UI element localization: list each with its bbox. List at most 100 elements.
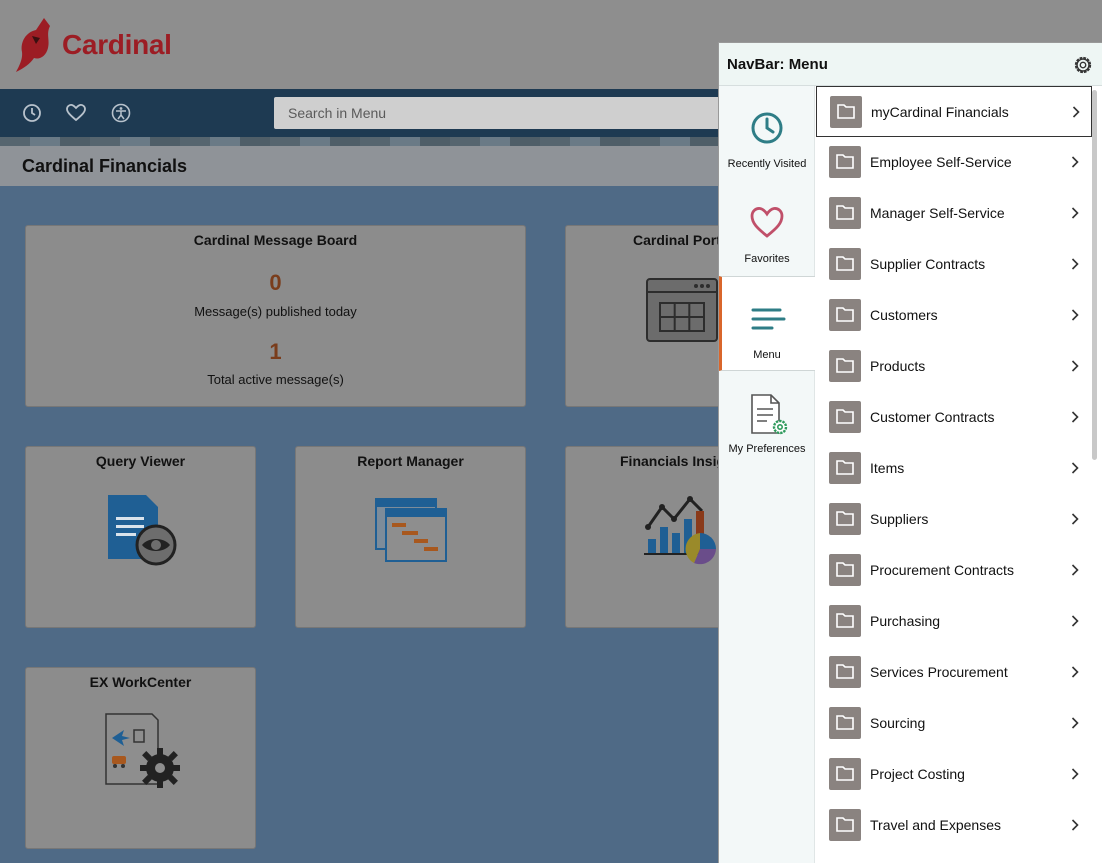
accessibility-icon[interactable] [111, 103, 131, 123]
portal-tile[interactable]: Cardinal Port [565, 225, 725, 407]
heart-icon[interactable] [66, 103, 86, 123]
menu-item-label: Customer Contracts [870, 409, 995, 425]
menu-item-label: Products [870, 358, 926, 374]
tile-title: Financials Insig [620, 453, 725, 469]
chevron-right-icon [1071, 462, 1079, 474]
search-input[interactable]: Search in Menu [274, 97, 734, 129]
menu-item-label: myCardinal Financials [871, 104, 1009, 120]
chevron-right-icon [1071, 768, 1079, 780]
chevron-right-icon [1071, 411, 1079, 423]
navbar-panel: NavBar: Menu Recently Visited Favorites [718, 42, 1102, 863]
tile-title: Query Viewer [95, 453, 186, 469]
folder-icon [829, 197, 861, 229]
chevron-right-icon [1071, 258, 1079, 270]
gear-icon[interactable] [1072, 54, 1094, 76]
folder-icon [829, 554, 861, 586]
tile-title: EX WorkCenter [89, 674, 192, 690]
chevron-right-icon [1072, 106, 1080, 118]
navbar-title: NavBar: Menu [727, 56, 828, 73]
chevron-right-icon [1071, 819, 1079, 831]
folder-icon [829, 248, 861, 280]
folder-icon [829, 758, 861, 790]
preferences-icon [751, 394, 788, 435]
menu-item-services-procurement[interactable]: Services Procurement [816, 647, 1092, 698]
menu-item-supplier-contracts[interactable]: Supplier Contracts [816, 239, 1092, 290]
menu-item-project-costing[interactable]: Project Costing [816, 749, 1092, 800]
chevron-right-icon [1071, 615, 1079, 627]
folder-icon [829, 401, 861, 433]
folder-icon [829, 350, 861, 382]
clock-icon [751, 112, 783, 144]
document-eye-icon [108, 495, 177, 566]
menu-item-customers[interactable]: Customers [816, 290, 1092, 341]
menu-item-label: Employee Self-Service [870, 154, 1012, 170]
menu-item-procurement-contracts[interactable]: Procurement Contracts [816, 545, 1092, 596]
rail-item-favorites[interactable]: Favorites [719, 181, 815, 276]
folder-icon [829, 503, 861, 535]
folder-icon [830, 96, 862, 128]
rail-item-recently-visited[interactable]: Recently Visited [719, 86, 815, 181]
folder-icon [829, 452, 861, 484]
active-label: Total active message(s) [207, 372, 344, 387]
menu-scrollbar-thumb[interactable] [1092, 90, 1097, 460]
financials-insights-tile[interactable]: Financials Insig [565, 446, 725, 628]
clock-icon[interactable] [22, 103, 42, 123]
rail-item-menu[interactable]: Menu [719, 276, 815, 371]
menu-item-label: Suppliers [870, 511, 929, 527]
menu-item-label: Purchasing [870, 613, 941, 629]
tile-title: Report Manager [357, 453, 464, 469]
menu-item-purchasing[interactable]: Purchasing [816, 596, 1092, 647]
menu-item-label: Travel and Expenses [870, 817, 1001, 833]
menu-item-items[interactable]: Items [816, 443, 1092, 494]
chevron-right-icon [1071, 717, 1079, 729]
menu-item-manager-self-service[interactable]: Manager Self-Service [816, 188, 1092, 239]
chevron-right-icon [1071, 360, 1079, 372]
heart-icon [750, 207, 784, 238]
menu-item-travel-and-expenses[interactable]: Travel and Expenses [816, 800, 1092, 851]
query-viewer-tile[interactable]: Query Viewer [25, 446, 256, 628]
analytics-chart-icon [644, 496, 716, 565]
menu-item-label: Services Procurement [870, 664, 1008, 680]
folder-icon [829, 605, 861, 637]
tile-title: Cardinal Message Board [193, 232, 358, 248]
menu-item-label: Manager Self-Service [870, 205, 1005, 221]
chevron-right-icon [1071, 207, 1079, 219]
published-count: 0 [269, 270, 282, 295]
rail-label: Menu [753, 349, 781, 361]
ex-workcenter-tile[interactable]: EX WorkCenter [25, 667, 256, 849]
report-manager-tile[interactable]: Report Manager [295, 446, 526, 628]
navbar-header: NavBar: Menu [719, 43, 1102, 86]
menu-item-sourcing[interactable]: Sourcing [816, 698, 1092, 749]
menu-item-products[interactable]: Products [816, 341, 1092, 392]
menu-list: myCardinal Financials Employee Self-Serv… [816, 86, 1102, 863]
rail-item-my-preferences[interactable]: My Preferences [719, 371, 815, 466]
menu-item-employee-self-service[interactable]: Employee Self-Service [816, 137, 1092, 188]
rail-label: My Preferences [728, 443, 806, 455]
menu-item-label: Items [870, 460, 905, 476]
chevron-right-icon [1071, 564, 1079, 576]
folder-icon [829, 146, 861, 178]
folder-icon [829, 299, 861, 331]
active-count: 1 [269, 339, 282, 364]
menu-item-label: Project Costing [870, 766, 965, 782]
portal-grid-icon [646, 278, 718, 342]
menu-item-suppliers[interactable]: Suppliers [816, 494, 1092, 545]
message-board-tile[interactable]: Cardinal Message Board 0 Message(s) publ… [25, 225, 526, 407]
cardinal-bird-icon [16, 18, 50, 72]
menu-item-label: Customers [870, 307, 938, 323]
workcenter-gear-icon [105, 713, 180, 788]
menu-icon [751, 308, 786, 330]
menu-item-label: Supplier Contracts [870, 256, 986, 272]
rail-label: Favorites [744, 253, 790, 265]
rail-label: Recently Visited [727, 158, 807, 170]
navbar-rail: Recently Visited Favorites Menu My Prefe… [719, 86, 815, 863]
menu-item-label: Procurement Contracts [870, 562, 1014, 578]
folder-icon [829, 707, 861, 739]
cardinal-logo[interactable]: Cardinal [14, 16, 172, 74]
folder-icon [829, 809, 861, 841]
menu-item-customer-contracts[interactable]: Customer Contracts [816, 392, 1092, 443]
page-title: Cardinal Financials [22, 156, 188, 176]
menu-item-mycardinal-financials[interactable]: myCardinal Financials [816, 86, 1092, 137]
folder-icon [829, 656, 861, 688]
chevron-right-icon [1071, 156, 1079, 168]
